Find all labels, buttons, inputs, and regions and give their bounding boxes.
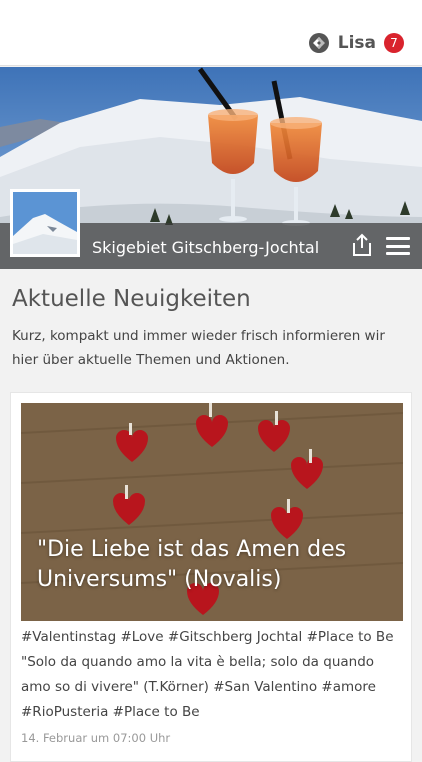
share-icon[interactable] bbox=[350, 233, 374, 257]
news-card-quote: "Die Liebe ist das Amen des Universums" … bbox=[37, 537, 347, 592]
hamburger-menu-icon[interactable] bbox=[386, 237, 410, 255]
hero-title: Skigebiet Gitschberg-Jochtal bbox=[92, 238, 320, 257]
user-name[interactable]: Lisa bbox=[338, 33, 376, 53]
hero-banner: Skigebiet Gitschberg-Jochtal bbox=[0, 67, 422, 269]
notification-badge[interactable]: 7 bbox=[384, 33, 404, 53]
news-card[interactable]: "Die Liebe ist das Amen des Universums" … bbox=[10, 392, 412, 762]
top-bar: Lisa 7 bbox=[0, 0, 422, 66]
profile-thumbnail[interactable] bbox=[10, 189, 80, 257]
app-logo-icon bbox=[308, 33, 329, 53]
section-description: Kurz, kompakt und immer wieder frisch in… bbox=[12, 328, 385, 368]
news-card-date: 14. Februar um 07:00 Uhr bbox=[21, 731, 171, 745]
user-menu[interactable]: Lisa 7 bbox=[308, 32, 404, 54]
news-card-text: #Valentinstag #Love #Gitschberg Jochtal … bbox=[21, 629, 394, 720]
section-title: Aktuelle Neuigkeiten bbox=[12, 286, 251, 312]
